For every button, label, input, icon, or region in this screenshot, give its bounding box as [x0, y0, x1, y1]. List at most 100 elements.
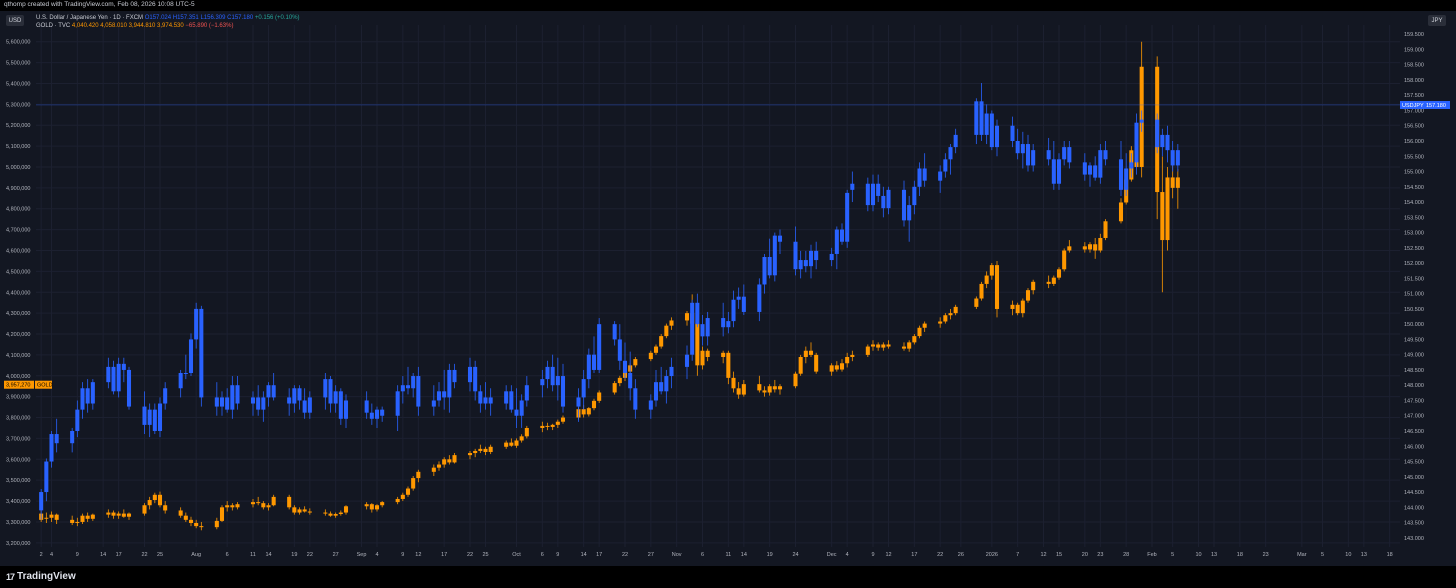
- price-lines: 3,957,270 GOLD USDJPY 157.180: [4, 100, 1450, 389]
- left-axis-tick-label: 4,300,000: [6, 311, 30, 317]
- legend-usdjpy[interactable]: U.S. Dollar / Japanese Yen · 1D · FXCM O…: [36, 14, 300, 22]
- usdjpy-candle: [519, 400, 524, 416]
- usdjpy-candle: [793, 241, 798, 270]
- gold-candle: [865, 346, 870, 355]
- gold-candle: [447, 459, 452, 463]
- usdjpy-candle: [416, 376, 421, 407]
- right-axis-tick-label: 153.000: [1404, 231, 1424, 237]
- gold-candle: [364, 504, 369, 507]
- usdjpy-candle: [1020, 144, 1025, 154]
- left-axis-tick-label: 5,100,000: [6, 144, 30, 150]
- time-axis-tick-label: Sep: [357, 552, 367, 558]
- time-axis-tick-label: Nov: [672, 552, 682, 558]
- gold-candle: [597, 392, 602, 401]
- time-axis-tick-label: 23: [1097, 552, 1103, 558]
- gold-candle: [473, 450, 478, 454]
- time-axis-tick-label: Feb: [1147, 552, 1156, 558]
- usdjpy-candle: [514, 409, 519, 416]
- usdjpy-candle: [49, 434, 54, 462]
- tradingview-logo[interactable]: 17 TradingView: [6, 571, 76, 582]
- usdjpy-candle: [473, 366, 478, 392]
- usdjpy-candle: [395, 391, 400, 416]
- gold-candle: [648, 352, 653, 360]
- usdjpy-candle: [881, 195, 886, 209]
- gold-candle: [163, 505, 168, 511]
- gold-candle: [44, 517, 49, 519]
- gold-candle: [721, 352, 726, 357]
- usdjpy-candle: [225, 397, 230, 410]
- usdjpy-candle: [1087, 165, 1093, 175]
- right-axis-tick-label: 155.500: [1404, 154, 1424, 160]
- time-axis-tick-label: 13: [1211, 552, 1217, 558]
- usdjpy-candle: [121, 363, 126, 370]
- gold-candle: [777, 386, 783, 390]
- right-axis-tick-label: 149.500: [1404, 337, 1424, 343]
- time-axis-tick-label: 14: [741, 552, 747, 558]
- usdjpy-candle: [834, 229, 839, 254]
- left-axis-tick-label: 3,500,000: [6, 478, 30, 484]
- usdjpy-candle: [938, 171, 943, 181]
- left-axis-tick-label: 4,400,000: [6, 290, 30, 296]
- time-axis-tick-label: 27: [333, 552, 339, 558]
- gold-candle: [555, 421, 560, 425]
- time-axis-tick-label: Oct: [512, 552, 521, 558]
- gold-candle: [514, 440, 519, 446]
- gold-candle: [886, 344, 891, 347]
- time-axis-tick-label: 18: [1237, 552, 1243, 558]
- left-axis-tick-label: 5,400,000: [6, 81, 30, 87]
- time-axis-tick-label: Dec: [827, 552, 837, 558]
- usdjpy-candle: [659, 382, 664, 392]
- right-currency-badge[interactable]: JPY: [1428, 15, 1446, 26]
- time-axis-tick-label: 9: [401, 552, 404, 558]
- time-axis-tick-label: 22: [937, 552, 943, 558]
- usdjpy-candle: [411, 376, 416, 389]
- gold-candle: [287, 496, 292, 508]
- left-axis-tick-label: 5,600,000: [6, 40, 30, 46]
- usdjpy-candle: [442, 391, 447, 398]
- usdjpy-candle: [597, 324, 602, 370]
- time-axis-tick-label: 12: [415, 552, 421, 558]
- usdjpy-candle: [39, 492, 44, 511]
- gold-candle: [442, 459, 447, 465]
- usdjpy-candle: [814, 250, 819, 261]
- legend-usdjpy-open: O157.024: [144, 15, 172, 21]
- right-axis-tick-label: 145.000: [1404, 475, 1424, 481]
- usdjpy-candle: [1031, 150, 1036, 166]
- usdjpy-candle: [808, 250, 814, 267]
- usdjpy-candle: [550, 366, 555, 386]
- legend-gold[interactable]: GOLD · TVC 4,040.420 4,058.010 3,944.810…: [36, 22, 300, 30]
- legend-gold-close: 3,974.530: [157, 23, 184, 29]
- legend-gold-change: −65.890 (−1.63%): [185, 23, 234, 29]
- gold-candle: [731, 377, 736, 389]
- time-axis-tick-label: 22: [141, 552, 147, 558]
- gold-candle: [297, 509, 302, 513]
- price-chart[interactable]: 3,200,000 3,300,000 3,400,000 3,500,000 3,60…: [0, 11, 1456, 566]
- left-axis-tick-label: 4,500,000: [6, 269, 30, 275]
- usdjpy-candle: [343, 400, 349, 419]
- gold-candle: [323, 512, 328, 514]
- left-currency-badge[interactable]: USD: [6, 15, 24, 26]
- legend-usdjpy-high: H157.351: [172, 15, 199, 21]
- usdjpy-candle: [1093, 165, 1098, 178]
- gold-candle: [250, 502, 256, 505]
- chart-panel[interactable]: 3,200,000 3,300,000 3,400,000 3,500,000 3,60…: [0, 11, 1456, 566]
- left-axis-tick-label: 3,900,000: [6, 395, 30, 401]
- gold-candle: [540, 425, 545, 428]
- gold-candle: [793, 373, 798, 387]
- gold-candle: [524, 427, 529, 437]
- usdjpy-candle: [545, 366, 550, 380]
- usdjpy-candle: [338, 391, 343, 419]
- gold-candle: [1010, 304, 1015, 309]
- gold-candle: [75, 521, 80, 523]
- gold-candle: [230, 505, 235, 508]
- usdjpy-candle: [777, 235, 783, 242]
- gold-candle: [1087, 244, 1093, 250]
- legend-gold-low: 3,944.810: [128, 23, 156, 29]
- gold-name-label: GOLD: [37, 383, 53, 389]
- usdjpy-candle: [540, 379, 545, 386]
- usdjpy-candle: [994, 125, 1000, 148]
- gold-candle: [839, 363, 845, 370]
- time-axis-tick-label: 22: [307, 552, 313, 558]
- usdjpy-candle: [219, 397, 225, 407]
- usdjpy-candle: [44, 461, 49, 493]
